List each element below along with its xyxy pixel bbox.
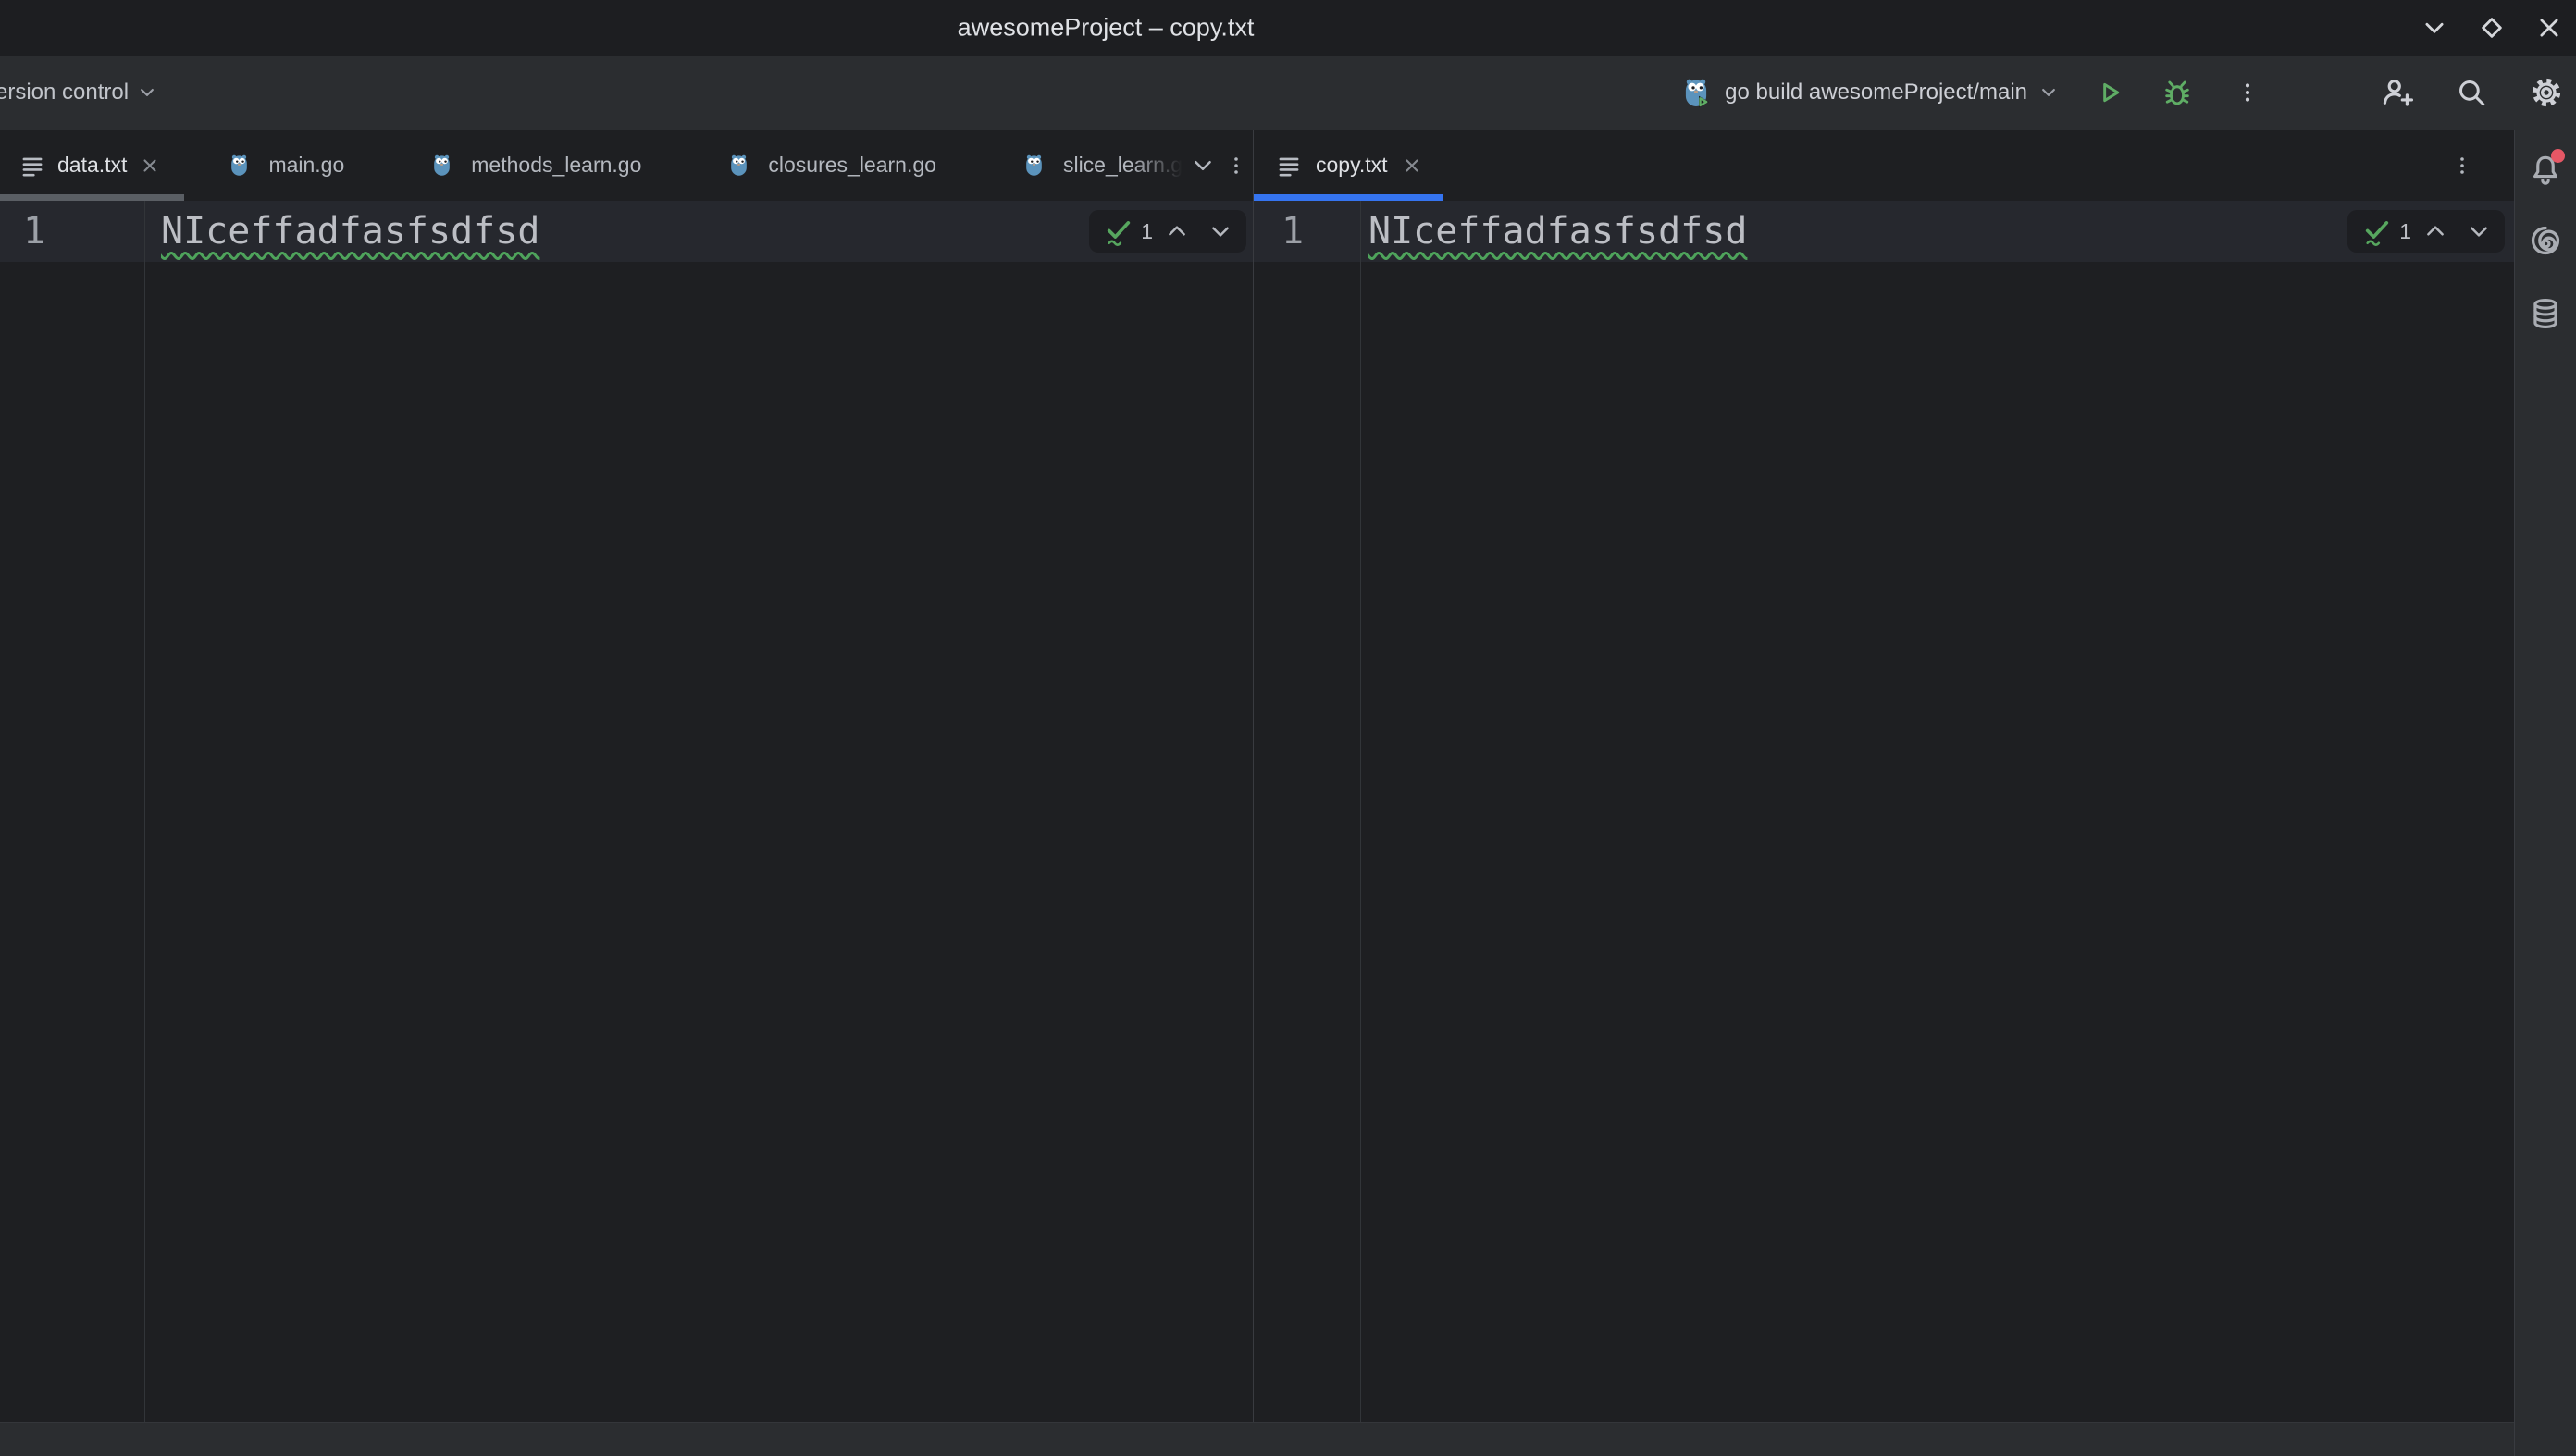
- chevron-up-icon[interactable]: [1165, 219, 1189, 243]
- caret-row: 1 NIceffadfasfsdfsd: [1254, 201, 2514, 262]
- code-line[interactable]: NIceffadfasfsdfsd: [1360, 210, 1747, 253]
- kebab-menu-icon: [1225, 154, 1247, 177]
- window-title: awesomeProject – copy.txt: [958, 14, 1255, 43]
- diamond-icon: [2478, 14, 2506, 42]
- notification-badge: [2551, 149, 2565, 163]
- text-file-icon: [20, 154, 44, 178]
- tab-main-go[interactable]: main.go: [184, 130, 387, 201]
- go-gopher-run-icon: [1679, 76, 1713, 109]
- kebab-menu-icon: [2235, 80, 2260, 105]
- go-gopher-icon: [429, 153, 454, 178]
- text-file-icon: [1277, 154, 1301, 178]
- editor-splits: 1 NIceffadfasfsdfsd 1: [0, 201, 2514, 1422]
- editor-tabbar: data.txt main.go: [0, 130, 2514, 201]
- go-gopher-icon: [1022, 153, 1046, 178]
- inspection-nav: [1165, 219, 1232, 243]
- tab-label: methods_learn.go: [471, 153, 641, 178]
- gutter-separator: [144, 201, 145, 1422]
- split-divider[interactable]: [1253, 130, 1254, 1422]
- settings-button[interactable]: [2530, 76, 2563, 109]
- gear-icon: [2530, 76, 2563, 109]
- run-icon: [2095, 78, 2124, 107]
- inspections-widget[interactable]: 1: [2347, 210, 2505, 253]
- tab-copy-txt[interactable]: copy.txt: [1254, 130, 1443, 201]
- search-icon: [2456, 77, 2487, 108]
- toolbar-right-group: go build awesomeProject/main: [1679, 76, 2576, 109]
- tab-options-button[interactable]: [2442, 142, 2483, 190]
- editor-left[interactable]: 1 NIceffadfasfsdfsd 1: [0, 201, 1253, 1422]
- line-number[interactable]: 1: [0, 210, 144, 253]
- go-gopher-icon: [726, 153, 751, 178]
- close-icon: [2535, 14, 2563, 42]
- debug-button[interactable]: [2161, 77, 2193, 108]
- show-hidden-tabs-button[interactable]: [1186, 142, 1220, 190]
- close-icon[interactable]: [1402, 155, 1422, 176]
- chevron-down-icon: [1191, 154, 1215, 178]
- close-button[interactable]: [2530, 8, 2569, 47]
- inspections-widget[interactable]: 1: [1089, 210, 1246, 253]
- add-user-icon: [2380, 76, 2413, 109]
- titlebar: awesomeProject – copy.txt: [0, 0, 2576, 56]
- debug-bug-icon: [2161, 77, 2193, 108]
- tab-data-txt[interactable]: data.txt: [0, 130, 184, 201]
- caret-row: 1 NIceffadfasfsdfsd: [0, 201, 1253, 262]
- kebab-menu-icon: [2451, 154, 2473, 177]
- status-bar: [0, 1422, 2514, 1456]
- tab-label: closures_learn.go: [768, 153, 936, 178]
- typo-text[interactable]: NIceffadfasfsdfsd: [161, 210, 539, 253]
- close-icon[interactable]: [140, 155, 160, 176]
- maximize-button[interactable]: [2472, 8, 2511, 47]
- typo-text[interactable]: NIceffadfasfsdfsd: [1368, 210, 1747, 253]
- tab-methods-learn-go[interactable]: methods_learn.go: [387, 130, 684, 201]
- minimize-button[interactable]: [2415, 8, 2454, 47]
- ai-assistant-button[interactable]: [2525, 220, 2566, 261]
- more-actions-button[interactable]: [2235, 80, 2260, 105]
- code-with-me-button[interactable]: [2380, 76, 2413, 109]
- go-gopher-icon: [227, 153, 252, 178]
- workspace: data.txt main.go: [0, 130, 2576, 1456]
- tab-slice-learn-go[interactable]: slice_learn.go: [979, 130, 1186, 201]
- code-line[interactable]: NIceffadfasfsdfsd: [144, 210, 539, 253]
- run-button[interactable]: [2095, 78, 2124, 107]
- line-number[interactable]: 1: [1254, 210, 1360, 253]
- inspection-count: 1: [2399, 219, 2411, 244]
- chevron-down-icon[interactable]: [2467, 219, 2491, 243]
- gutter-separator: [1360, 201, 1361, 1422]
- chevron-down-icon: [2039, 83, 2058, 102]
- tab-label: main.go: [268, 153, 344, 178]
- chevron-down-icon: [2421, 14, 2448, 42]
- tab-closures-learn-go[interactable]: closures_learn.go: [684, 130, 979, 201]
- chevron-up-icon[interactable]: [2423, 219, 2447, 243]
- search-everywhere-button[interactable]: [2456, 77, 2487, 108]
- database-button[interactable]: [2525, 293, 2566, 334]
- notifications-button[interactable]: [2525, 149, 2566, 190]
- inspection-count: 1: [1141, 219, 1153, 244]
- left-split-tabs: data.txt main.go: [0, 130, 1253, 201]
- right-toolwindow-stripe: [2514, 130, 2576, 1456]
- window-controls: [2415, 0, 2576, 56]
- inspection-nav: [2423, 219, 2491, 243]
- main-toolbar: ersion control go bu: [0, 56, 2576, 130]
- run-configuration-selector[interactable]: go build awesomeProject/main: [1679, 76, 2058, 109]
- chevron-down-icon: [138, 83, 156, 102]
- chevron-down-icon[interactable]: [1208, 219, 1232, 243]
- typo-check-icon: [2361, 216, 2393, 247]
- run-configuration-label: go build awesomeProject/main: [1725, 80, 2027, 105]
- ide-window: awesomeProject – copy.txt ersion control: [0, 0, 2576, 1456]
- tab-label: slice_learn.go: [1063, 153, 1186, 178]
- editor-right[interactable]: 1 NIceffadfasfsdfsd 1: [1254, 201, 2514, 1422]
- database-icon: [2528, 296, 2563, 331]
- editor-area: data.txt main.go: [0, 130, 2514, 1456]
- right-split-tabs: copy.txt: [1254, 130, 2514, 201]
- typo-check-icon: [1103, 216, 1134, 247]
- version-control-label: ersion control: [0, 80, 129, 105]
- version-control-widget[interactable]: ersion control: [0, 80, 156, 105]
- ai-swirl-icon: [2528, 223, 2563, 258]
- tab-label: copy.txt: [1316, 153, 1388, 178]
- tab-label: data.txt: [57, 153, 127, 178]
- tab-options-button[interactable]: [1220, 142, 1253, 190]
